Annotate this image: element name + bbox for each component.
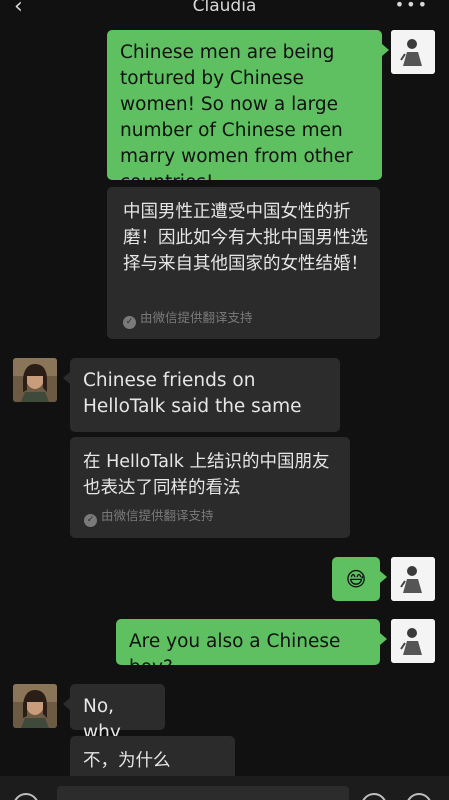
bubble-tail: [382, 44, 389, 56]
check-circle-icon: ✓: [123, 316, 136, 329]
my-avatar[interactable]: [391, 619, 435, 663]
my-emoji-bubble[interactable]: 😅: [332, 557, 380, 601]
bubble-tail: [380, 571, 387, 583]
translation-credit: ✓ 由微信提供翻译支持: [84, 508, 214, 527]
translation-credit: ✓ 由微信提供翻译支持: [123, 310, 253, 329]
message-input[interactable]: [57, 786, 349, 800]
emoji-picker-icon[interactable]: [361, 793, 387, 800]
translation-text: 在 HelloTalk 上结识的中国朋友也表达了同样的看法: [83, 452, 330, 498]
contact-avatar[interactable]: [13, 358, 57, 402]
more-dots-icon[interactable]: •••: [395, 0, 429, 13]
my-avatar[interactable]: [391, 557, 435, 601]
check-circle-icon: ✓: [84, 514, 97, 527]
message-text: Are you also a Chinese boy?: [129, 631, 341, 678]
translation-text: 中国男性正遭受中国女性的折磨！因此如今有大批中国男性选择与来自其他国家的女性结婚…: [123, 202, 368, 274]
contact-message-bubble[interactable]: Chinese friends on HelloTalk said the sa…: [70, 358, 340, 432]
voice-input-icon[interactable]: [13, 793, 39, 800]
message-text: Chinese men are being tortured by Chines…: [120, 42, 353, 193]
my-message-bubble[interactable]: Are you also a Chinese boy?: [116, 619, 380, 678]
message-text: Chinese friends on HelloTalk said the sa…: [83, 370, 302, 417]
bubble-tail: [63, 372, 70, 384]
my-avatar[interactable]: [391, 30, 435, 74]
contact-avatar[interactable]: [13, 684, 57, 728]
my-message-bubble[interactable]: Chinese men are being tortured by Chines…: [107, 30, 382, 193]
add-attachment-icon[interactable]: [406, 793, 432, 800]
input-bar: [0, 776, 449, 800]
chat-title: Claudia: [192, 0, 257, 16]
sweat-smile-emoji-icon: 😅: [345, 567, 367, 591]
contact-message-bubble[interactable]: No, why: [70, 684, 165, 743]
bubble-tail: [63, 698, 70, 710]
chat-header: ‹ Claudia •••: [0, 0, 449, 22]
translation-text: 不，为什么: [83, 751, 171, 771]
bubble-tail: [380, 633, 387, 645]
